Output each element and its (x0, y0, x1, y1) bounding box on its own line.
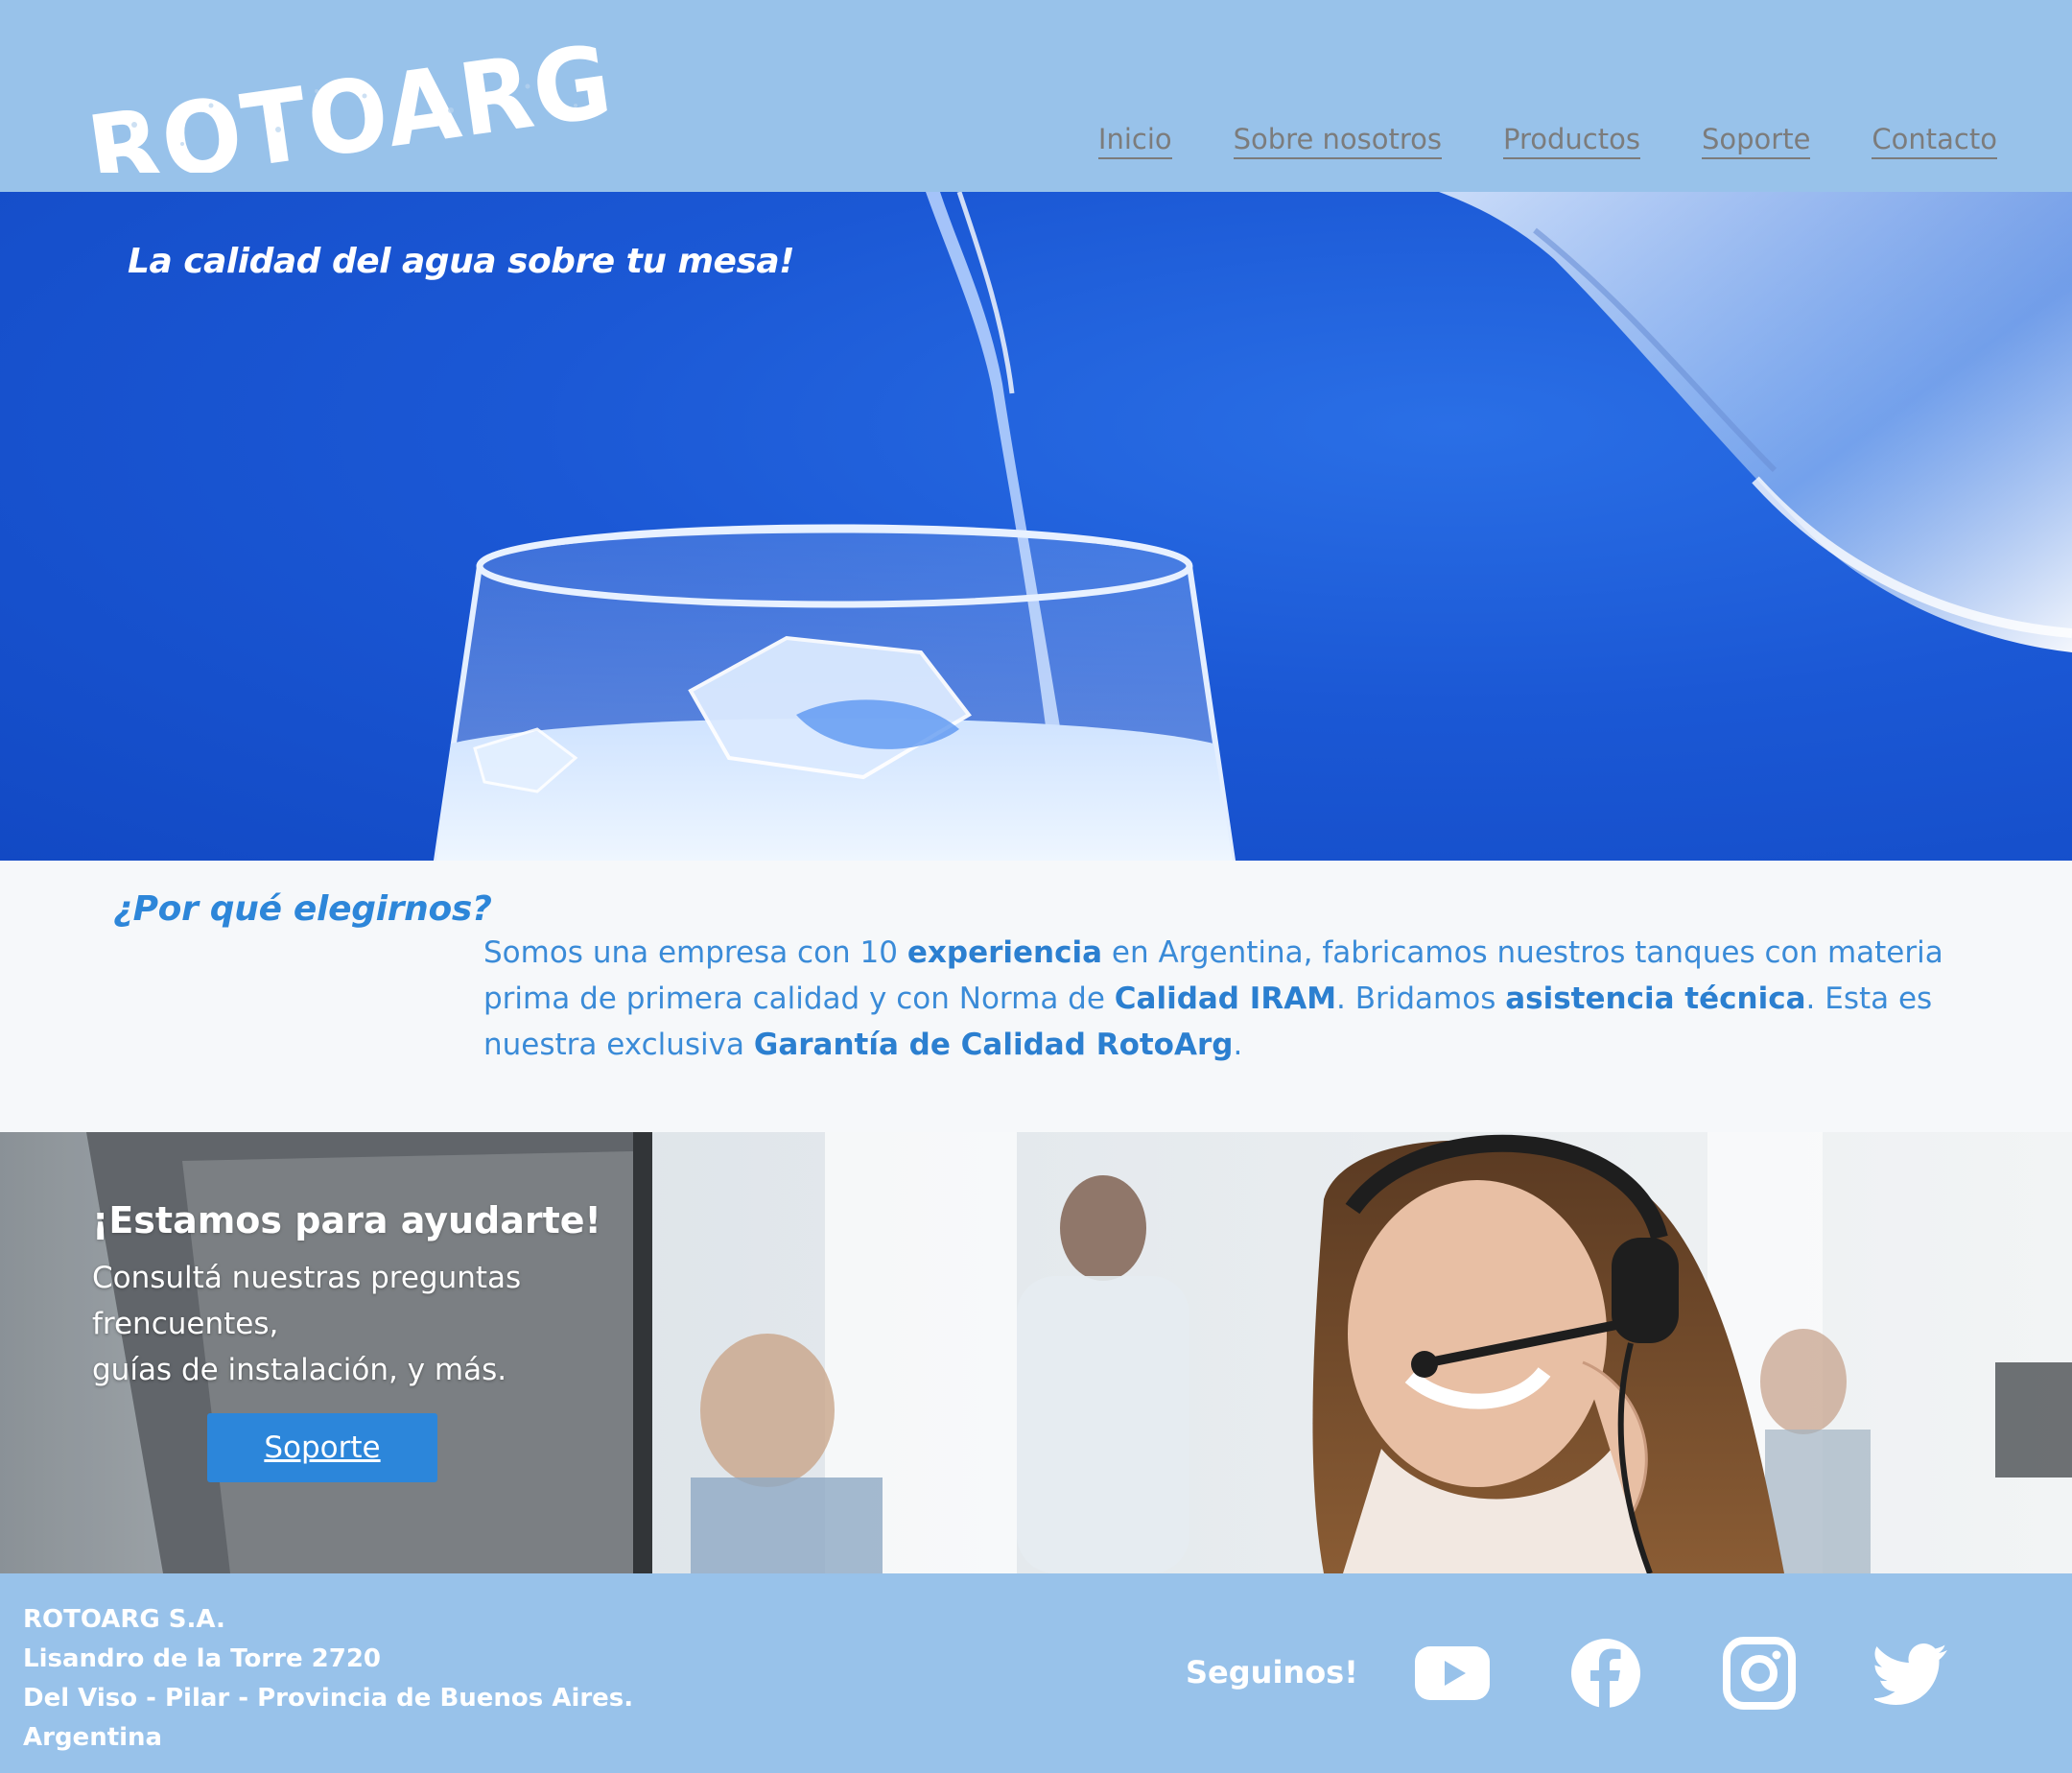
why-title: ¿Por qué elegirnos? (113, 889, 492, 929)
twitter-icon[interactable] (1874, 1637, 1951, 1710)
logo-graphic: ROTOARG (81, 38, 620, 173)
youtube-icon-graphic (1415, 1646, 1490, 1700)
main-nav: Inicio Sobre nosotros Productos Soporte … (1097, 123, 1997, 159)
why-description: Somos una empresa con 10 experiencia en … (483, 930, 2037, 1068)
facebook-icon[interactable] (1567, 1637, 1644, 1710)
nav-sobre-nosotros[interactable]: Sobre nosotros (1233, 123, 1443, 159)
nav-contacto[interactable]: Contacto (1872, 123, 1997, 159)
nav-soporte[interactable]: Soporte (1701, 123, 1811, 159)
why-highlight-experience: experiencia (906, 935, 1103, 970)
instagram-icon-graphic (1723, 1637, 1796, 1710)
hero-banner: La calidad del agua sobre tu mesa! (0, 192, 2072, 861)
why-highlight-guarantee: Garantía de Calidad RotoArg (753, 1028, 1234, 1062)
address-street: Lisandro de la Torre 2720 (23, 1644, 382, 1673)
support-button[interactable]: Soporte (207, 1413, 437, 1482)
water-glass-image (433, 192, 2072, 861)
why-text-part: . Bridamos (1336, 981, 1506, 1016)
rotoarg-logo[interactable]: ROTOARG (77, 38, 624, 173)
why-choose-us-section: ¿Por qué elegirnos? Somos una empresa co… (0, 861, 2072, 1132)
svg-text:ROTOARG: ROTOARG (81, 38, 620, 173)
why-highlight-assistance: asistencia técnica (1505, 981, 1806, 1016)
support-line: guías de instalación, y más. (92, 1353, 507, 1387)
why-highlight-iram: Calidad IRAM (1114, 981, 1337, 1016)
facebook-icon-graphic (1571, 1639, 1640, 1708)
nav-inicio[interactable]: Inicio (1097, 123, 1172, 159)
nav-productos[interactable]: Productos (1503, 123, 1640, 159)
site-header: ROTOARG Inicio Sobre nosotros Productos … (0, 0, 2072, 192)
instagram-icon[interactable] (1721, 1637, 1798, 1710)
company-address: ROTOARG S.A. Lisandro de la Torre 2720 D… (23, 1600, 633, 1758)
support-description: Consultá nuestras preguntas frencuentes,… (92, 1255, 521, 1393)
support-line: frencuentes, (92, 1307, 279, 1341)
support-line: Consultá nuestras preguntas (92, 1261, 522, 1295)
address-city: Del Viso - Pilar - Provincia de Buenos A… (23, 1684, 634, 1713)
twitter-icon-graphic (1874, 1643, 1947, 1705)
support-title: ¡Estamos para ayudarte! (92, 1199, 601, 1241)
follow-us-label: Seguinos! (1186, 1654, 1358, 1690)
hero-tagline: La calidad del agua sobre tu mesa! (128, 242, 795, 281)
site-footer: ROTOARG S.A. Lisandro de la Torre 2720 D… (0, 1573, 2072, 1773)
youtube-icon[interactable] (1414, 1637, 1491, 1710)
company-name: ROTOARG S.A. (23, 1605, 225, 1634)
support-banner: ¡Estamos para ayudarte! Consultá nuestra… (0, 1132, 2072, 1573)
address-country: Argentina (23, 1723, 163, 1752)
why-text-part: . (1233, 1028, 1243, 1062)
why-text-part: Somos una empresa con 10 (483, 935, 907, 970)
